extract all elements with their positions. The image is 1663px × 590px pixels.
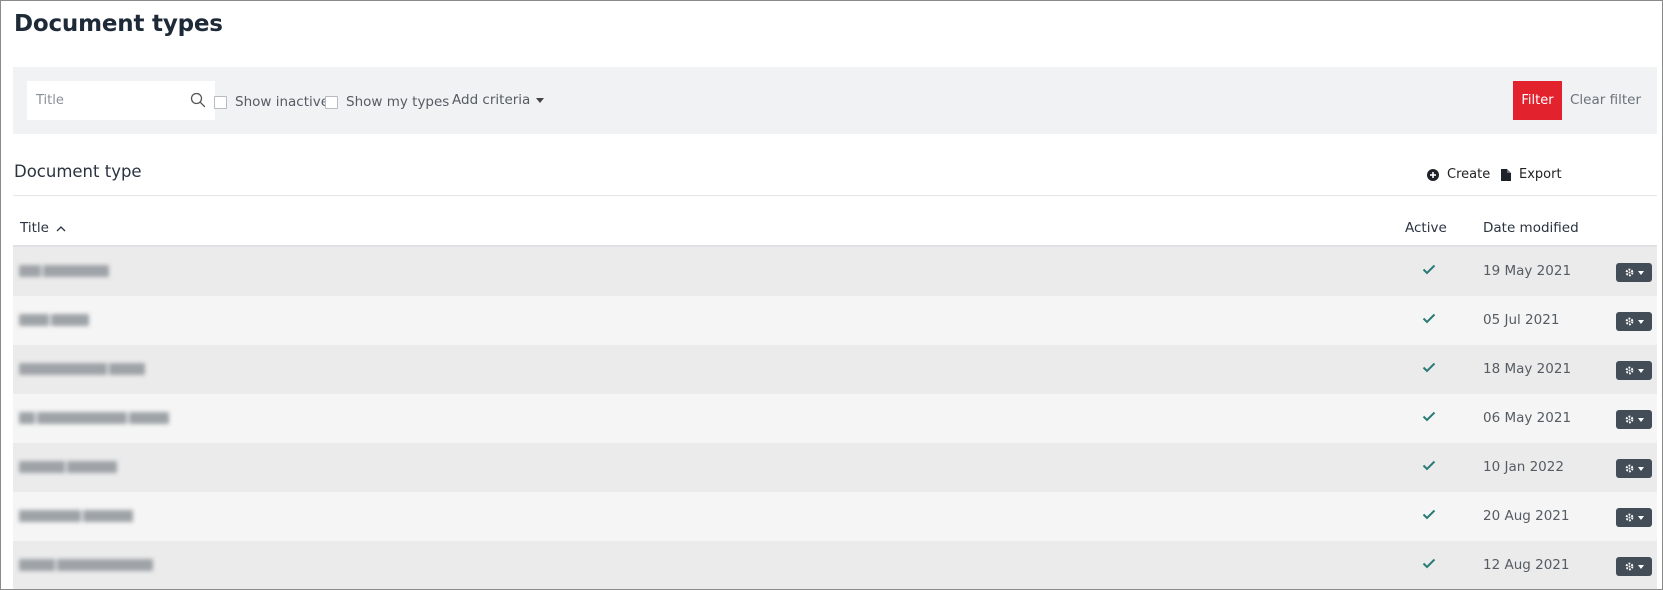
row-title-redacted bbox=[19, 461, 117, 473]
row-actions-button[interactable] bbox=[1616, 361, 1652, 380]
caret-down-icon bbox=[1637, 270, 1644, 275]
gear-icon bbox=[1625, 366, 1633, 375]
table-row[interactable]: 12 Aug 2021 bbox=[13, 541, 1657, 589]
add-criteria-label: Add criteria bbox=[452, 92, 531, 108]
plus-circle-icon bbox=[1427, 168, 1439, 181]
document-types-table: Title Active Date modified 19 May 2021 0… bbox=[13, 207, 1657, 589]
gear-icon bbox=[1625, 268, 1633, 277]
show-my-types-checkbox[interactable]: Show my types bbox=[325, 94, 449, 110]
row-title-redacted bbox=[19, 412, 169, 424]
table-row[interactable]: 18 May 2021 bbox=[13, 345, 1657, 394]
gear-icon bbox=[1625, 317, 1633, 326]
row-actions-button[interactable] bbox=[1616, 312, 1652, 331]
table-header: Title Active Date modified bbox=[13, 207, 1657, 247]
caret-down-icon bbox=[536, 97, 545, 103]
caret-down-icon bbox=[1637, 417, 1644, 422]
filter-button[interactable]: Filter bbox=[1513, 81, 1562, 120]
row-date-modified: 19 May 2021 bbox=[1483, 263, 1572, 279]
file-icon bbox=[1501, 168, 1511, 181]
table-body: 19 May 2021 05 Jul 2021 18 May 2021 06 M… bbox=[13, 247, 1657, 589]
check-icon bbox=[1422, 509, 1436, 520]
section-divider bbox=[13, 195, 1657, 196]
row-title-redacted bbox=[19, 363, 145, 375]
caret-down-icon bbox=[1637, 466, 1644, 471]
row-date-modified: 05 Jul 2021 bbox=[1483, 312, 1560, 328]
column-header-date-modified[interactable]: Date modified bbox=[1483, 220, 1579, 236]
gear-icon bbox=[1625, 562, 1633, 571]
caret-down-icon bbox=[1637, 515, 1644, 520]
check-icon bbox=[1422, 411, 1436, 422]
show-inactive-label: Show inactive bbox=[235, 94, 330, 110]
row-title-redacted bbox=[19, 314, 89, 326]
check-icon bbox=[1422, 313, 1436, 324]
gear-icon bbox=[1625, 464, 1633, 473]
row-actions-button[interactable] bbox=[1616, 508, 1652, 527]
search-icon[interactable] bbox=[190, 92, 206, 108]
page-title: Document types bbox=[14, 11, 223, 37]
caret-down-icon bbox=[1637, 368, 1644, 373]
check-icon bbox=[1422, 264, 1436, 275]
row-title-redacted bbox=[19, 559, 153, 571]
column-header-active[interactable]: Active bbox=[1405, 220, 1447, 236]
row-title-redacted bbox=[19, 510, 133, 522]
row-date-modified: 18 May 2021 bbox=[1483, 361, 1572, 377]
check-icon bbox=[1422, 362, 1436, 373]
row-date-modified: 06 May 2021 bbox=[1483, 410, 1572, 426]
row-date-modified: 12 Aug 2021 bbox=[1483, 557, 1570, 573]
create-label: Create bbox=[1447, 167, 1491, 182]
section-title: Document type bbox=[14, 162, 142, 181]
add-criteria-dropdown[interactable]: Add criteria bbox=[452, 92, 545, 108]
row-actions-button[interactable] bbox=[1616, 557, 1652, 576]
clear-filter-link[interactable]: Clear filter bbox=[1570, 92, 1641, 108]
caret-down-icon bbox=[1637, 564, 1644, 569]
export-button[interactable]: Export bbox=[1501, 167, 1562, 182]
row-date-modified: 20 Aug 2021 bbox=[1483, 508, 1570, 524]
checkbox-box[interactable] bbox=[325, 95, 338, 109]
app-window: Document types Show inactive Show my typ… bbox=[0, 0, 1663, 590]
row-title-redacted bbox=[19, 265, 109, 277]
table-row[interactable]: 10 Jan 2022 bbox=[13, 443, 1657, 492]
check-icon bbox=[1422, 558, 1436, 569]
check-icon bbox=[1422, 460, 1436, 471]
gear-icon bbox=[1625, 415, 1633, 424]
search-box bbox=[27, 81, 215, 120]
column-header-title[interactable]: Title bbox=[20, 220, 66, 236]
row-actions-button[interactable] bbox=[1616, 459, 1652, 478]
row-actions-button[interactable] bbox=[1616, 410, 1652, 429]
filter-bar: Show inactive Show my types Add criteria… bbox=[13, 67, 1657, 134]
sort-ascending-icon bbox=[56, 225, 66, 231]
export-label: Export bbox=[1519, 167, 1562, 182]
show-my-types-label: Show my types bbox=[346, 94, 450, 110]
column-header-title-label: Title bbox=[20, 220, 49, 236]
create-button[interactable]: Create bbox=[1427, 167, 1490, 182]
gear-icon bbox=[1625, 513, 1633, 522]
show-inactive-checkbox[interactable]: Show inactive bbox=[214, 94, 329, 110]
row-date-modified: 10 Jan 2022 bbox=[1483, 459, 1564, 475]
checkbox-box[interactable] bbox=[214, 95, 227, 109]
caret-down-icon bbox=[1637, 319, 1644, 324]
row-actions-button[interactable] bbox=[1616, 263, 1652, 282]
table-row[interactable]: 06 May 2021 bbox=[13, 394, 1657, 443]
table-row[interactable]: 20 Aug 2021 bbox=[13, 492, 1657, 541]
table-row[interactable]: 05 Jul 2021 bbox=[13, 296, 1657, 345]
table-row[interactable]: 19 May 2021 bbox=[13, 247, 1657, 296]
search-input[interactable] bbox=[27, 81, 187, 120]
